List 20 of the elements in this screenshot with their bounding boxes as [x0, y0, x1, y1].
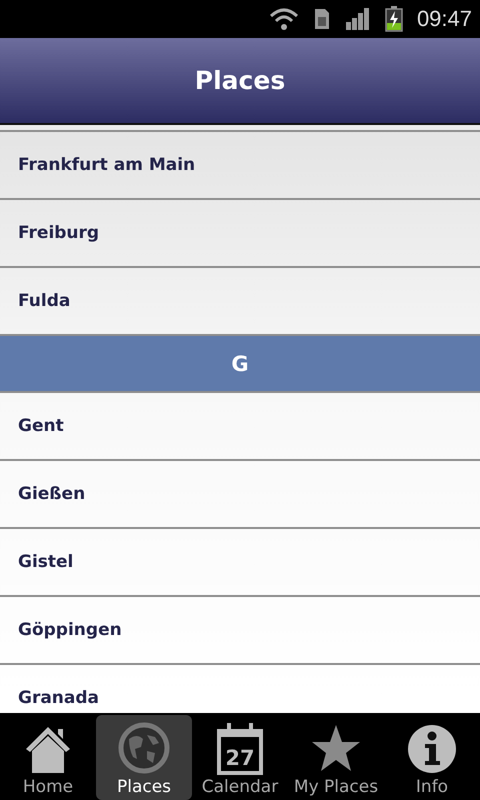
list-item[interactable]: Gießen	[0, 459, 480, 527]
list-item[interactable]: Gistel	[0, 527, 480, 595]
tab[interactable]: 27 Calendar	[192, 715, 288, 800]
tab[interactable]: Home	[0, 715, 96, 800]
list-item[interactable]: Frankfurt am Main	[0, 130, 480, 198]
tab[interactable]: Info	[384, 715, 480, 800]
info-icon	[406, 723, 458, 775]
globe-icon	[117, 721, 171, 775]
section-header: G	[0, 334, 480, 391]
page-title: Places	[194, 66, 286, 95]
wifi-icon	[268, 7, 299, 31]
list-item[interactable]: Gent	[0, 391, 480, 459]
signal-icon	[344, 7, 371, 31]
status-time: 09:47	[416, 6, 472, 32]
tab[interactable]: Places	[96, 715, 192, 800]
tab[interactable]: My Places	[288, 715, 384, 800]
list-item[interactable]: Göppingen	[0, 595, 480, 663]
list-item[interactable]: Freiburg	[0, 198, 480, 266]
sim-card-icon	[312, 7, 331, 31]
battery-charging-icon	[384, 6, 403, 32]
